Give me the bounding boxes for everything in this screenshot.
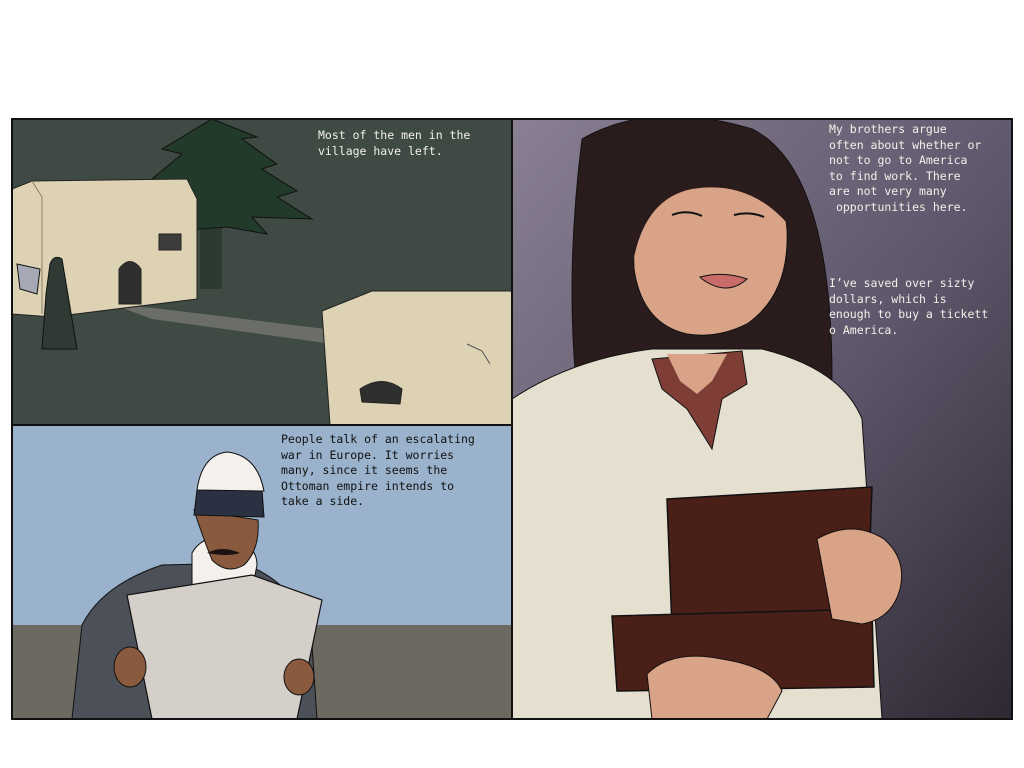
newspaper [126, 574, 323, 719]
left-house [12, 178, 198, 318]
panel-3-caption-bottom: I’ve saved over sizty dollars, which is … [829, 276, 989, 337]
comic-page: Most of the men in the village have left… [0, 0, 1024, 768]
village-night-illustration [12, 119, 512, 425]
panel-village-night: Most of the men in the village have left… [12, 119, 512, 425]
panel-2-caption: People talk of an escalating war in Euro… [281, 432, 475, 508]
right-house [321, 290, 512, 425]
panel-woman-book: My brothers argue often about whether or… [512, 119, 1012, 719]
panel-3-caption-top: My brothers argue often about whether or… [829, 122, 982, 214]
panel-1-caption: Most of the men in the village have left… [318, 128, 471, 158]
panel-man-newspaper: People talk of an escalating war in Euro… [12, 425, 512, 719]
